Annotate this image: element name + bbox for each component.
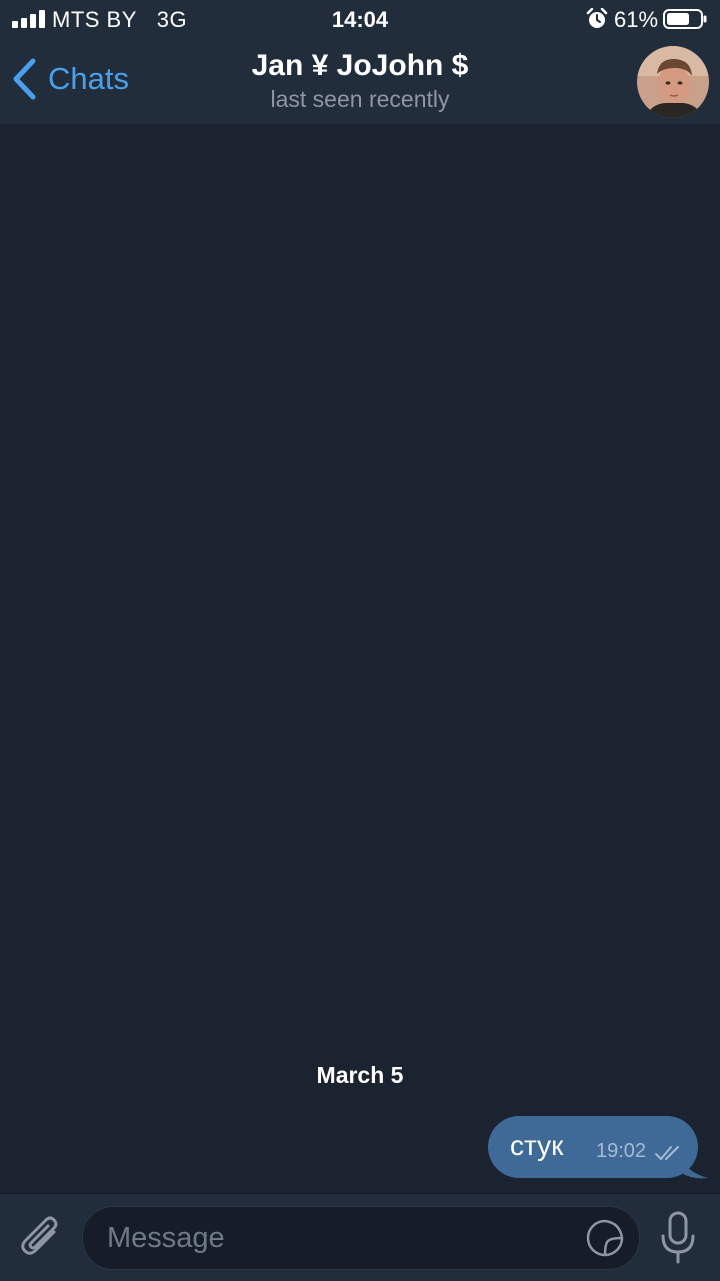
avatar-image xyxy=(637,46,709,118)
status-bar: MTS BY 3G 14:04 61% xyxy=(0,0,720,40)
outgoing-message-bubble[interactable]: стук 19:02 xyxy=(488,1116,698,1178)
message-composer xyxy=(0,1193,720,1281)
paperclip-icon[interactable] xyxy=(18,1212,64,1262)
bubble-tail xyxy=(680,1152,708,1179)
chat-header: Chats Jan ¥ JoJohn $ last seen recently xyxy=(0,40,720,125)
message-input[interactable] xyxy=(105,1207,579,1269)
alarm-icon xyxy=(586,8,608,28)
chat-subtitle: last seen recently xyxy=(270,86,450,112)
message-text: стук xyxy=(510,1130,564,1161)
message-list[interactable]: March 5 стук 19:02 xyxy=(0,124,720,1193)
chat-title[interactable]: Jan ¥ JoJohn $ xyxy=(0,49,720,83)
status-time: 14:04 xyxy=(331,7,389,32)
message-field xyxy=(82,1206,640,1270)
battery-percent: 61% xyxy=(614,7,659,32)
battery-icon xyxy=(663,9,707,29)
date-separator: March 5 xyxy=(316,1062,404,1088)
avatar[interactable] xyxy=(637,46,709,118)
message-time: 19:02 xyxy=(596,1140,647,1162)
microphone-icon[interactable] xyxy=(658,1210,698,1266)
sticker-icon[interactable] xyxy=(585,1218,625,1258)
